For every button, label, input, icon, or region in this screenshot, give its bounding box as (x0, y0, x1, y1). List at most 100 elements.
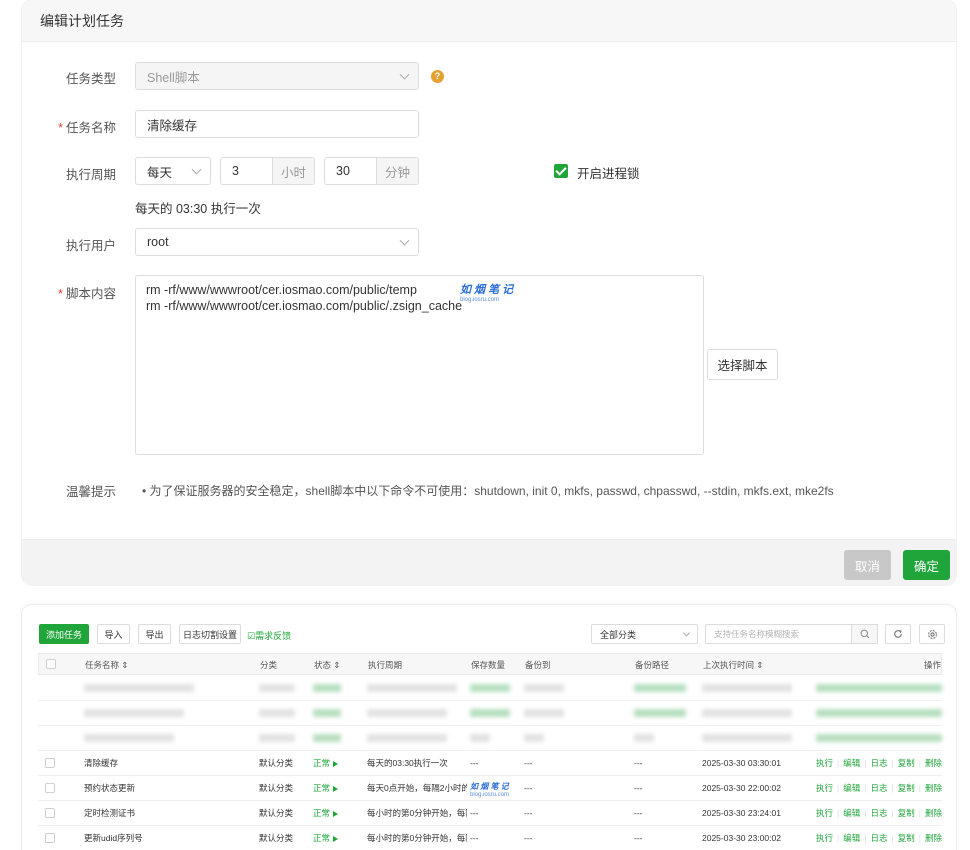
copy-link[interactable]: 复制 (898, 808, 915, 818)
task-name: 清除缓存 (84, 758, 119, 768)
user-select[interactable]: root (135, 228, 419, 256)
col-name[interactable]: 任务名称 ⇕ (85, 654, 128, 676)
copy-link[interactable]: 复制 (898, 758, 915, 768)
search-icon[interactable] (851, 624, 878, 644)
script-textarea[interactable]: rm -rf/www/wwwroot/cer.iosmao.com/public… (135, 275, 704, 455)
play-icon (333, 835, 339, 842)
copy-link[interactable]: 复制 (898, 833, 915, 843)
blur-mask (702, 709, 792, 717)
required-mark: * (58, 287, 63, 301)
blur-mask (816, 684, 942, 692)
blur-mask (470, 684, 510, 692)
help-icon[interactable]: ? (431, 70, 444, 83)
task-type-select[interactable]: Shell脚本 (135, 62, 419, 90)
chevron-down-icon (399, 235, 410, 246)
blurred-row (38, 726, 942, 751)
category-select[interactable]: 全部分类 (591, 624, 698, 644)
process-lock-checkbox[interactable] (554, 164, 568, 178)
period-unit-select[interactable]: 每天 (135, 157, 211, 185)
log-link[interactable]: 日志 (870, 758, 887, 768)
confirm-button[interactable]: 确定 (903, 550, 950, 580)
hour-input[interactable]: 3 小时 (220, 157, 315, 185)
minute-input[interactable]: 30 分钟 (324, 157, 419, 185)
col-last-run[interactable]: 上次执行时间 ⇕ (703, 654, 763, 676)
blur-mask (524, 734, 544, 742)
period-summary: 每天的 03:30 执行一次 (135, 202, 261, 216)
row-checkbox[interactable] (45, 833, 55, 843)
task-name-input[interactable]: 清除缓存 (135, 110, 419, 138)
run-link[interactable]: 执行 (816, 758, 833, 768)
col-backup-to: 备份到 (525, 660, 551, 670)
category-select-value: 全部分类 (600, 629, 637, 640)
blur-mask (259, 684, 295, 692)
script-line: rm -rf/www/wwwroot/cer.iosmao.com/public… (146, 283, 417, 297)
task-status[interactable]: 正常 (313, 826, 339, 850)
blur-mask (524, 684, 564, 692)
table-row: 清除缓存 默认分类 正常 每天的03:30执行一次 --- --- --- 20… (38, 751, 942, 776)
delete-link[interactable]: 删除 (925, 833, 942, 843)
log-cut-settings-button[interactable]: 日志切割设置 (179, 624, 241, 644)
export-button[interactable]: 导出 (138, 624, 171, 644)
row-checkbox[interactable] (45, 783, 55, 793)
delete-link[interactable]: 删除 (925, 783, 942, 793)
task-name-label-text: 任务名称 (65, 121, 116, 135)
play-icon (333, 785, 339, 792)
blur-mask (313, 734, 341, 742)
blur-mask (84, 734, 174, 742)
watermark-sub: blog.iosru.com (470, 792, 510, 798)
col-status[interactable]: 状态 ⇕ (314, 654, 340, 676)
task-category: 默认分类 (259, 808, 294, 818)
log-link[interactable]: 日志 (870, 833, 887, 843)
cancel-button[interactable]: 取消 (844, 550, 891, 580)
edit-link[interactable]: 编辑 (843, 783, 860, 793)
blur-mask (702, 734, 792, 742)
delete-link[interactable]: 删除 (925, 808, 942, 818)
row-checkbox[interactable] (45, 758, 55, 768)
choose-script-button[interactable]: 选择脚本 (707, 349, 778, 380)
task-period: 每天的03:30执行一次 (367, 758, 448, 768)
blur-mask (470, 709, 510, 717)
blur-mask (367, 734, 447, 742)
task-status[interactable]: 正常 (313, 751, 339, 776)
edit-task-dialog: 编辑计划任务 任务类型 Shell脚本 ? * 任务名称 清除缓存 执行周期 每天… (22, 0, 956, 585)
col-period: 执行周期 (368, 660, 403, 670)
delete-link[interactable]: 删除 (925, 758, 942, 768)
tip-text: • 为了保证服务器的安全稳定，shell脚本中以下命令不可使用：shutdown… (142, 484, 834, 498)
task-category: 默认分类 (259, 758, 294, 768)
task-status[interactable]: 正常 (313, 776, 339, 801)
task-search-input[interactable]: 支持任务名称模糊搜索 (705, 624, 878, 644)
task-backup-to: --- (524, 833, 533, 843)
import-button[interactable]: 导入 (97, 624, 130, 644)
add-task-button[interactable]: 添加任务 (39, 624, 89, 644)
dialog-footer: 取消 确定 (22, 539, 956, 585)
gear-icon[interactable] (919, 624, 945, 644)
task-backup-to: --- (524, 758, 533, 768)
run-link[interactable]: 执行 (816, 833, 833, 843)
refresh-icon[interactable] (885, 624, 911, 644)
log-link[interactable]: 日志 (870, 808, 887, 818)
play-icon (333, 810, 339, 817)
chevron-down-icon (399, 69, 410, 80)
chevron-down-icon (682, 629, 691, 637)
blur-mask (634, 709, 686, 717)
task-last-run: 2025-03-30 23:00:02 (702, 833, 781, 843)
edit-link[interactable]: 编辑 (843, 808, 860, 818)
log-link[interactable]: 日志 (870, 783, 887, 793)
blur-mask (367, 684, 457, 692)
hour-value: 3 (232, 164, 239, 178)
edit-link[interactable]: 编辑 (843, 758, 860, 768)
row-checkbox[interactable] (45, 808, 55, 818)
copy-link[interactable]: 复制 (898, 783, 915, 793)
search-placeholder: 支持任务名称模糊搜索 (714, 629, 800, 639)
feedback-link[interactable]: ☑需求反馈 (247, 629, 291, 642)
blur-mask (816, 734, 942, 742)
dialog-title: 编辑计划任务 (22, 0, 956, 42)
table-row: 更新udid序列号 默认分类 正常 每小时的第0分钟开始，每隔 --- --- … (38, 826, 942, 850)
task-status[interactable]: 正常 (313, 801, 339, 826)
hour-suffix: 小时 (272, 158, 314, 184)
run-link[interactable]: 执行 (816, 783, 833, 793)
watermark-sub: blog.iosru.com (460, 297, 500, 303)
edit-link[interactable]: 编辑 (843, 833, 860, 843)
run-link[interactable]: 执行 (816, 808, 833, 818)
select-all-checkbox[interactable] (46, 659, 56, 669)
